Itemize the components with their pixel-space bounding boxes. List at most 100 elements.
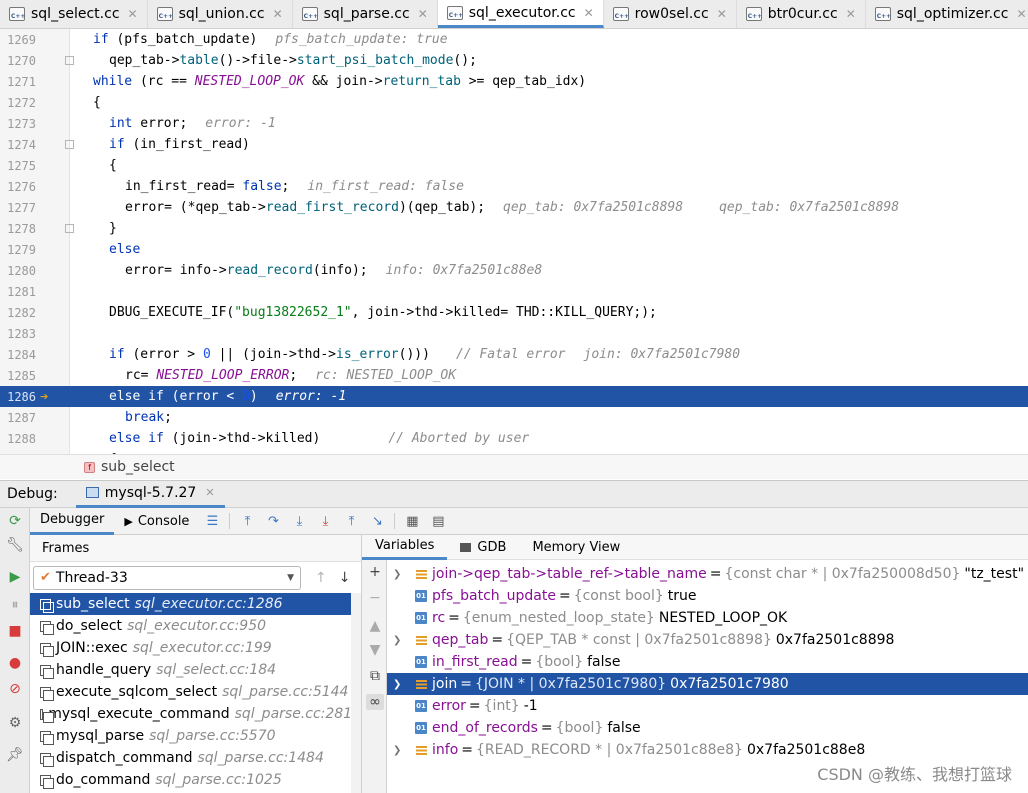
step-out-icon[interactable]: ⤒ — [342, 514, 360, 529]
line-number[interactable]: 1280 — [0, 264, 36, 278]
line-number[interactable]: 1284 — [0, 348, 36, 362]
stack-frame[interactable]: dispatch_command sql_parse.cc:1484 — [30, 747, 361, 769]
pin-icon[interactable]: 📌︎ — [6, 746, 24, 764]
code-line[interactable]: 1283 — [0, 323, 1028, 344]
variable-row[interactable]: 01 in_first_read = {bool} false — [387, 651, 1028, 673]
stack-frame[interactable]: mysql_parse sql_parse.cc:5570 — [30, 725, 361, 747]
line-number[interactable]: 1279 — [0, 243, 36, 257]
variable-row[interactable]: 01 error = {int} -1 — [387, 695, 1028, 717]
code-line[interactable]: 1281 — [0, 281, 1028, 302]
line-number[interactable]: 1277 — [0, 201, 36, 215]
step-over-icon[interactable]: ↷ — [264, 514, 282, 529]
move-down-icon[interactable]: ▼ — [366, 642, 384, 658]
tab-variables[interactable]: Variables — [362, 535, 448, 560]
line-number[interactable]: 1276 — [0, 180, 36, 194]
code-line[interactable]: 1282 DBUG_EXECUTE_IF("bug13822652_1", joi… — [0, 302, 1028, 323]
tab-sql_union-cc[interactable]: C++ sql_union.cc ✕ — [148, 0, 293, 28]
arrow-up-icon[interactable]: ↑ — [315, 570, 327, 586]
show-execution-point-icon[interactable]: ⤒ — [238, 514, 256, 529]
code-line[interactable]: 1278} — [0, 218, 1028, 239]
move-up-icon[interactable]: ▲ — [366, 618, 384, 634]
tab-sql_executor-cc[interactable]: C++ sql_executor.cc ✕ — [437, 0, 604, 28]
step-into-icon[interactable]: ⤓ — [290, 514, 308, 529]
remove-watch-icon[interactable]: − — [366, 590, 384, 606]
stack-frame[interactable]: execute_sqlcom_select sql_parse.cc:5144 — [30, 681, 361, 703]
mute-breakpoints-icon[interactable]: ⊘ — [6, 680, 24, 698]
evaluate-expression-icon[interactable]: ▦ — [403, 514, 421, 529]
show-watches-icon[interactable]: ∞ — [366, 694, 384, 710]
settings-icon[interactable]: ⚙ — [6, 714, 24, 732]
variable-row[interactable]: ❯ join = {JOIN * | 0x7fa2501c7980} 0x7fa2501… — [387, 673, 1028, 695]
stack-frame[interactable]: sub_select sql_executor.cc:1286 — [30, 593, 361, 615]
expand-chevron-icon[interactable]: ❯ — [393, 569, 407, 580]
stack-frame[interactable]: JOIN::exec sql_executor.cc:199 — [30, 637, 361, 659]
expand-chevron-icon[interactable]: ❯ — [393, 635, 407, 646]
line-number[interactable]: 1274 — [0, 138, 36, 152]
stack-frame[interactable]: do_select sql_executor.cc:950 — [30, 615, 361, 637]
code-line[interactable]: 1288 else if (join->thd->killed)// Aborte… — [0, 428, 1028, 449]
line-number[interactable]: 1273 — [0, 117, 36, 131]
tab-memory-view[interactable]: Memory View — [519, 535, 633, 560]
frames-scrollbar[interactable] — [351, 593, 361, 793]
line-number[interactable]: 1283 — [0, 327, 36, 341]
close-icon[interactable]: ✕ — [205, 486, 214, 499]
tab-sql_optimizer-cc[interactable]: C++ sql_optimizer.cc ✕ — [866, 0, 1028, 28]
code-line[interactable]: 1277 error= (*qep_tab->read_first_record)… — [0, 197, 1028, 218]
line-number[interactable]: 1272 — [0, 96, 36, 110]
tab-sql_parse-cc[interactable]: C++ sql_parse.cc ✕ — [293, 0, 438, 28]
code-line[interactable]: 1276 in_first_read= false; in_first_read: … — [0, 176, 1028, 197]
variable-row[interactable]: ❯ info = {READ_RECORD * | 0x7fa2501c88e8} 0x… — [387, 739, 1028, 761]
close-icon[interactable]: ✕ — [1016, 7, 1026, 21]
run-to-cursor-icon[interactable]: ↘ — [368, 514, 386, 529]
variable-row[interactable]: ❯ join->qep_tab->table_ref->table_name = {c… — [387, 563, 1028, 585]
line-number[interactable]: 1286 — [0, 390, 36, 404]
thread-select[interactable]: ✔ Thread-33 ▼ — [33, 565, 301, 590]
close-icon[interactable]: ✕ — [584, 6, 594, 20]
code-line[interactable]: 1271 while (rc == NESTED_LOOP_OK && join-… — [0, 71, 1028, 92]
code-line[interactable]: 1275 { — [0, 155, 1028, 176]
restore-layout-icon[interactable]: ▤ — [429, 514, 447, 529]
code-line[interactable]: 1279 else — [0, 239, 1028, 260]
close-icon[interactable]: ✕ — [717, 7, 727, 21]
variable-row[interactable]: 01 rc = {enum_nested_loop_state} NESTED_LOOP… — [387, 607, 1028, 629]
fold-marker-icon[interactable] — [65, 224, 74, 233]
code-line[interactable]: 1269 if (pfs_batch_update) pfs_batch_updat… — [0, 29, 1028, 50]
code-line[interactable]: 1273 int error; error: -1 — [0, 113, 1028, 134]
rerun-icon[interactable]: ⟳ — [6, 512, 24, 530]
arrow-down-icon[interactable]: ↓ — [339, 570, 351, 586]
pause-icon[interactable]: ⏸︎ — [6, 596, 24, 614]
wrench-icon[interactable]: 🔧︎ — [6, 536, 24, 554]
variable-row[interactable]: 01 end_of_records = {bool} false — [387, 717, 1028, 739]
view-breakpoints-icon[interactable]: ● — [6, 654, 24, 672]
line-number[interactable]: 1287 — [0, 411, 36, 425]
current-execution-line[interactable]: 1286 ➔ else if (error < 0) error: -1 — [0, 386, 1028, 407]
variable-row[interactable]: 01 pfs_batch_update = {const bool} true — [387, 585, 1028, 607]
line-number[interactable]: 1288 — [0, 432, 36, 446]
layout-icon[interactable]: ☰ — [203, 514, 221, 529]
variable-row[interactable]: ❯ qep_tab = {QEP_TAB * const | 0x7fa2501c88… — [387, 629, 1028, 651]
code-line[interactable]: 1270 qep_tab->table()->file->start_psi_ba… — [0, 50, 1028, 71]
line-number[interactable]: 1282 — [0, 306, 36, 320]
stack-frame[interactable]: do_command sql_parse.cc:1025 — [30, 769, 361, 791]
line-number[interactable]: 1269 — [0, 33, 36, 47]
line-number[interactable]: 1278 — [0, 222, 36, 236]
code-line[interactable]: 1287 break; — [0, 407, 1028, 428]
breadcrumb-label[interactable]: sub_select — [101, 459, 175, 475]
code-line[interactable]: 1274 if (in_first_read) — [0, 134, 1028, 155]
fold-marker-icon[interactable] — [65, 140, 74, 149]
close-icon[interactable]: ✕ — [273, 7, 283, 21]
line-number[interactable]: 1270 — [0, 54, 36, 68]
line-number[interactable]: 1281 — [0, 285, 36, 299]
stack-frame[interactable]: handle_query sql_select.cc:184 — [30, 659, 361, 681]
tab-btr0cur-cc[interactable]: C++ btr0cur.cc ✕ — [737, 0, 866, 28]
code-editor[interactable]: 1269 if (pfs_batch_update) pfs_batch_updat… — [0, 29, 1028, 454]
line-number[interactable]: 1285 — [0, 369, 36, 383]
debug-session-tab[interactable]: mysql-5.7.27 ✕ — [75, 481, 225, 508]
duplicate-watch-icon[interactable]: ⧉ — [366, 668, 384, 684]
breadcrumb[interactable]: f sub_select — [0, 454, 1028, 479]
fold-marker-icon[interactable] — [65, 56, 74, 65]
tab-console[interactable]: ▶ Console — [114, 508, 199, 535]
tab-row0sel-cc[interactable]: C++ row0sel.cc ✕ — [604, 0, 737, 28]
force-step-into-icon[interactable]: ⤓ — [316, 514, 334, 529]
line-number[interactable]: 1271 — [0, 75, 36, 89]
